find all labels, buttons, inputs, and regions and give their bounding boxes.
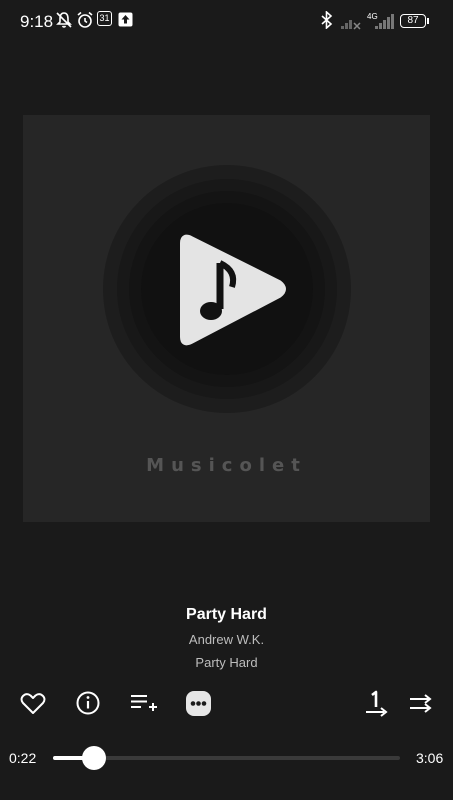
album-artwork: Musicolet [23, 115, 430, 522]
repeat-one-button[interactable] [363, 688, 393, 718]
battery-tip [427, 18, 429, 24]
add-to-queue-icon [131, 695, 157, 711]
repeat-one-icon [366, 690, 388, 717]
bell-off-icon [56, 12, 72, 28]
shuffle-button[interactable] [406, 688, 436, 718]
alarm-icon [77, 11, 93, 28]
signal-strength-icon [375, 14, 394, 29]
add-to-queue-button[interactable] [130, 688, 160, 718]
more-icon [186, 691, 211, 716]
seek-thumb[interactable] [81, 746, 106, 770]
seek-bar[interactable] [53, 746, 400, 770]
status-bar: 9:18 31 4G 87 [0, 0, 453, 44]
track-artist[interactable]: Andrew W.K. [0, 632, 453, 647]
total-duration: 3:06 [416, 750, 444, 766]
brand-name: Musicolet [146, 455, 307, 476]
signal-icon [341, 20, 361, 30]
calendar-icon: 31 [97, 11, 112, 26]
more-button[interactable] [184, 688, 214, 718]
status-time: 9:18 [20, 12, 54, 31]
calendar-day: 31 [99, 13, 110, 23]
track-title: Party Hard [186, 606, 267, 623]
info-icon [76, 691, 100, 715]
track-album[interactable]: Party Hard [0, 655, 453, 670]
favorite-button[interactable] [18, 688, 48, 718]
elapsed-time: 0:22 [9, 750, 37, 766]
shuffle-icon [410, 694, 432, 713]
info-button[interactable] [74, 688, 104, 718]
battery-icon: 87 [400, 14, 426, 28]
heart-icon [20, 693, 46, 714]
bluetooth-icon [321, 11, 333, 29]
upload-icon [118, 12, 133, 27]
battery-level: 87 [407, 15, 419, 26]
